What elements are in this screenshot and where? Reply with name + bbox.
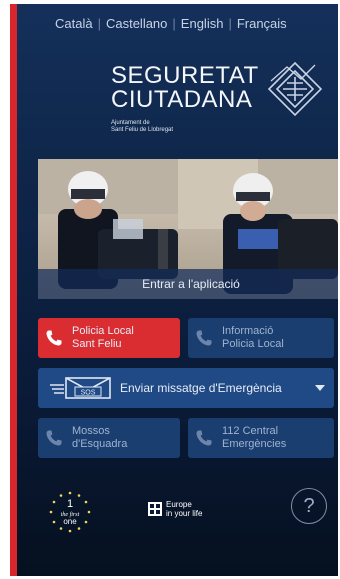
info-police-line1: Informació	[222, 325, 274, 337]
enter-app-label: Entrar a l'aplicació	[142, 277, 240, 291]
footer: 1 the first one Europe in your life ?	[38, 484, 338, 544]
logo-title-line1: SEGURETAT	[111, 62, 259, 89]
europe-line2: in your life	[166, 509, 203, 518]
first-one-number: 1	[67, 498, 73, 510]
info-police-button[interactable]: Informació Policia Local	[188, 318, 334, 358]
mossos-button[interactable]: Mossos d'Esquadra	[38, 418, 180, 458]
logo-subtitle: Ajuntament de Sant Feliu de Llobregat	[111, 120, 259, 134]
logo-title-line2: CIUTADANA	[111, 86, 253, 113]
europe-in-your-life-logo: Europe in your life	[148, 500, 202, 518]
lang-francais[interactable]: Français	[232, 16, 292, 31]
police-local-line1: Policia Local	[72, 325, 134, 337]
phone-icon	[46, 330, 62, 346]
police-local-label: Policia Local Sant Feliu	[72, 325, 134, 351]
app-logo: SEGURETAT CIUTADANA Ajuntament de Sant F…	[111, 64, 259, 134]
device-frame: Català | Castellano | English | Français…	[0, 0, 340, 579]
the-first-one-logo: 1 the first one	[49, 491, 91, 533]
logo-subtitle-line1: Ajuntament de	[111, 120, 150, 126]
info-police-label: Informació Policia Local	[222, 325, 284, 351]
central-112-button[interactable]: 112 Central Emergències	[188, 418, 334, 458]
help-button[interactable]: ?	[291, 488, 327, 524]
phone-icon	[196, 330, 212, 346]
lang-catala[interactable]: Català	[50, 16, 98, 31]
lang-english[interactable]: English	[176, 16, 229, 31]
first-one-line2: one	[63, 517, 77, 526]
phone-icon	[46, 430, 62, 446]
phone-icon	[196, 430, 212, 446]
central-112-label: 112 Central Emergències	[222, 425, 286, 451]
emergency-message-button[interactable]: SOS Enviar missatge d'Emergència	[38, 368, 334, 408]
police-badge-icon	[267, 61, 323, 117]
emergency-message-label: Enviar missatge d'Emergència	[120, 380, 282, 395]
mossos-label: Mossos d'Esquadra	[72, 425, 127, 451]
police-local-button[interactable]: Policia Local Sant Feliu	[38, 318, 180, 358]
logo-subtitle-line2: Sant Feliu de Llobregat	[111, 127, 174, 133]
central-112-line1: 112 Central	[222, 425, 279, 437]
enter-app-button[interactable]: Entrar a l'aplicació	[38, 269, 338, 299]
lang-castellano[interactable]: Castellano	[101, 16, 172, 31]
sos-text: SOS	[81, 390, 96, 397]
central-112-line2: Emergències	[222, 438, 287, 450]
red-side-bar	[10, 4, 17, 576]
app-screen: Català | Castellano | English | Français…	[10, 4, 338, 576]
europe-flag-icon	[148, 502, 162, 516]
mossos-line2: d'Esquadra	[72, 438, 128, 450]
sos-envelope-icon: SOS	[50, 377, 111, 399]
language-selector: Català | Castellano | English | Français	[50, 16, 338, 31]
question-icon: ?	[303, 494, 315, 517]
europe-line1: Europe	[166, 500, 192, 509]
europe-text: Europe in your life	[166, 500, 202, 518]
chevron-down-icon	[315, 385, 325, 391]
police-local-line2: Sant Feliu	[72, 338, 122, 350]
mossos-line1: Mossos	[72, 425, 110, 437]
info-police-line2: Policia Local	[222, 338, 284, 350]
hero-photo[interactable]: Entrar a l'aplicació	[38, 159, 338, 299]
